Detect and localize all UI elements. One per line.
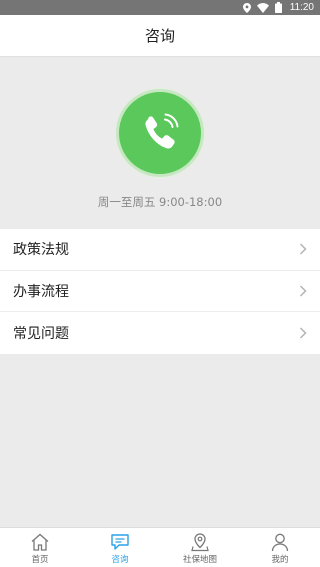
tab-label: 首页 (31, 555, 49, 565)
tab-label: 社保地图 (182, 555, 217, 565)
page-title: 咨询 (144, 27, 175, 45)
menu-item-label: 常见问题 (13, 325, 69, 342)
chevron-right-icon (299, 327, 307, 339)
tab-label: 咨询 (111, 555, 129, 565)
tab-social-security-map[interactable]: 社保地图 (160, 528, 240, 567)
menu-list: 政策法规 办事流程 常见问题 (0, 229, 320, 354)
home-icon (30, 532, 50, 552)
menu-item-label: 政策法规 (13, 242, 69, 259)
chevron-right-icon (299, 285, 307, 297)
tab-label: 我的 (271, 555, 289, 565)
bottom-tab-bar: 首页 咨询 社保地图 我的 (0, 527, 320, 567)
chevron-right-icon (299, 243, 307, 255)
service-hours: 周一至周五 9:00-18:00 (97, 195, 223, 209)
chat-icon (110, 532, 130, 552)
app-header: 咨询 (0, 15, 320, 57)
wifi-icon (256, 2, 269, 13)
menu-item-policies[interactable]: 政策法规 (0, 229, 320, 271)
menu-item-faq[interactable]: 常见问题 (0, 312, 320, 354)
status-time: 11:20 (289, 2, 314, 13)
user-icon (270, 532, 290, 552)
tab-consult[interactable]: 咨询 (80, 528, 160, 567)
tab-home[interactable]: 首页 (0, 528, 80, 567)
status-bar: 11:20 (0, 0, 320, 15)
menu-item-label: 办事流程 (13, 283, 69, 300)
map-pin-icon (190, 532, 210, 552)
phone-call-icon (145, 113, 179, 149)
tab-mine[interactable]: 我的 (240, 528, 320, 567)
location-icon (242, 2, 251, 13)
call-button[interactable] (116, 89, 204, 177)
battery-icon (274, 2, 282, 13)
contact-hero: 周一至周五 9:00-18:00 (0, 57, 320, 229)
menu-item-procedures[interactable]: 办事流程 (0, 271, 320, 312)
